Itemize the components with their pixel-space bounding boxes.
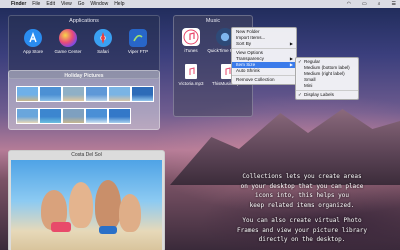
beach-family-photo [11, 160, 162, 250]
photo-person [119, 194, 141, 232]
menu-app-name[interactable]: Finder [11, 1, 26, 7]
victoria-mp3-label: Victoria.mp3 [178, 81, 204, 86]
costa-del-sol-frame[interactable]: Costa Del Sol [8, 150, 165, 250]
caption-line: Frames and view your picture library [236, 226, 368, 234]
holiday-pictures-collection[interactable]: Holiday Pictures [8, 70, 160, 130]
caption-line: Collections lets you create areas [242, 173, 362, 180]
applications-title: Applications [69, 18, 99, 24]
game-center-label: Game Center [54, 49, 82, 54]
submenu-display-labels-label: Display Labels [304, 92, 334, 97]
holiday-photo-thumbnail[interactable] [39, 108, 62, 124]
caption-line: icons into, this helps you [255, 192, 349, 199]
menu-item-window[interactable]: Window [90, 1, 108, 7]
holiday-photo-thumbnail[interactable] [62, 108, 85, 124]
checkmark-icon: ✓ [298, 92, 302, 97]
menu-transparency-label: Transparency [236, 56, 264, 61]
photo-person [95, 180, 121, 230]
menu-auto-shrink[interactable]: Auto Shrink [232, 68, 296, 74]
holiday-photo-thumbnail[interactable] [108, 86, 131, 102]
music-title: Music [205, 18, 221, 24]
holiday-photo-thumbnail[interactable] [85, 108, 108, 124]
desktop[interactable]: Finder File Edit View Go Window Help ◠ ▭… [0, 0, 400, 250]
holiday-photo-thumbnail[interactable] [85, 86, 108, 102]
app-store-icon[interactable] [24, 29, 42, 47]
menu-item-file[interactable]: File [32, 1, 40, 7]
context-menu: New Folder Import Items... Sort By ▶ View… [231, 27, 297, 85]
viper-ftp-icon[interactable] [129, 29, 147, 47]
menu-bar: Finder File Edit View Go Window Help ◠ ▭… [0, 0, 400, 8]
holiday-pictures-title: Holiday Pictures [64, 73, 104, 79]
battery-icon[interactable]: ▭ [362, 1, 367, 7]
caption-line: on your desktop that you can place [240, 182, 364, 190]
item-size-submenu: ✓ Regular Medium (bottom label) Medium (r… [295, 57, 359, 100]
app-store-label: App Store [22, 49, 43, 54]
game-center-icon[interactable] [59, 29, 77, 47]
list-icon[interactable]: ☰ [392, 1, 396, 7]
photo-person [69, 182, 93, 228]
menu-item-view[interactable]: View [61, 1, 72, 7]
menu-item-help[interactable]: Help [114, 1, 124, 7]
holiday-photo-thumbnail[interactable] [62, 86, 85, 102]
submenu-arrow-icon: ▶ [289, 41, 293, 46]
photo-swimsuit [99, 226, 117, 234]
submenu-display-labels[interactable]: ✓ Display Labels [296, 92, 358, 98]
holiday-photo-thumbnail[interactable] [131, 86, 154, 102]
caption-line: You can also create virtual Photo [242, 217, 362, 224]
menu-sort-by-label: Sort By [236, 41, 252, 46]
safari-icon[interactable] [94, 29, 112, 47]
menu-remove-collection[interactable]: Remove Collection [232, 77, 296, 83]
search-icon[interactable]: ⌕ [378, 1, 381, 7]
holiday-photo-thumbnail[interactable] [16, 108, 39, 124]
feature-caption: Collections lets you create areas on you… [208, 172, 396, 245]
safari-label: Safari [97, 49, 109, 54]
menu-sort-by[interactable]: Sort By ▶ [232, 41, 296, 47]
mp3-file-icon[interactable] [185, 64, 197, 79]
costa-del-sol-title: Costa Del Sol [71, 152, 102, 158]
menu-item-go[interactable]: Go [78, 1, 85, 7]
menu-separator [296, 90, 358, 91]
holiday-photo-thumbnail[interactable] [39, 86, 62, 102]
menu-item-size-label: Item Size [236, 62, 256, 67]
caption-line: directly on the desktop. [258, 236, 346, 243]
submenu-regular-label: Regular [304, 59, 321, 64]
submenu-mini[interactable]: Mini [296, 83, 358, 89]
menu-separator [232, 48, 296, 49]
photo-swimsuit [51, 222, 71, 232]
wifi-icon[interactable]: ◠ [347, 1, 351, 7]
menu-item-edit[interactable]: Edit [46, 1, 55, 7]
itunes-icon[interactable] [182, 28, 200, 46]
holiday-photo-thumbnail[interactable] [16, 86, 39, 102]
caption-line: keep related items organized. [249, 201, 355, 209]
holiday-photo-thumbnail[interactable] [108, 108, 131, 124]
menu-separator [232, 75, 296, 76]
viper-ftp-label: Viper FTP [127, 49, 149, 54]
